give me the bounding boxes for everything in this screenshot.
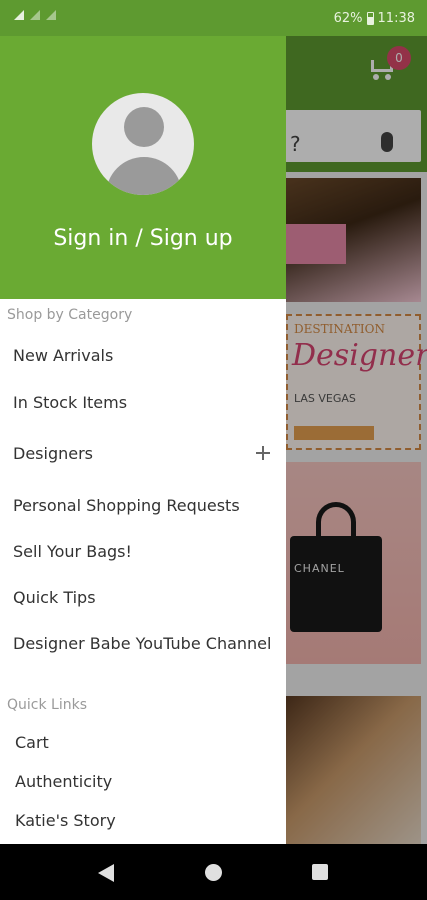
drawer-header: Sign in / Sign up xyxy=(0,36,286,299)
battery-percent: 62% xyxy=(333,11,363,26)
menu-item-personal-shopping-requests[interactable]: Personal Shopping Requests xyxy=(13,495,275,517)
signal-icon-2 xyxy=(46,10,56,20)
section-title-shop-by-category: Shop by Category xyxy=(7,307,133,323)
expand-plus-icon[interactable] xyxy=(256,446,270,460)
menu-item-new-arrivals[interactable]: New Arrivals xyxy=(13,345,275,367)
signal-icons xyxy=(14,10,56,20)
quick-link-authenticity[interactable]: Authenticity xyxy=(15,771,277,793)
clock: 11:38 xyxy=(377,11,415,26)
status-right: 62% 11:38 xyxy=(334,11,415,26)
menu-item-in-stock-items[interactable]: In Stock Items xyxy=(13,392,275,414)
sign-in-link[interactable]: Sign in / Sign up xyxy=(0,226,286,251)
avatar[interactable] xyxy=(92,93,194,195)
home-icon[interactable] xyxy=(205,864,222,881)
navigation-drawer: Sign in / Sign up Shop by Category New A… xyxy=(0,36,286,844)
status-bar: 62% 11:38 xyxy=(0,0,427,36)
user-icon xyxy=(124,107,164,147)
menu-item-youtube-channel[interactable]: Designer Babe YouTube Channel xyxy=(13,633,275,655)
section-title-quick-links: Quick Links xyxy=(7,697,88,713)
quick-link-cart[interactable]: Cart xyxy=(15,732,277,754)
quick-link-katies-story[interactable]: Katie's Story xyxy=(15,810,277,832)
menu-item-quick-tips[interactable]: Quick Tips xyxy=(13,587,275,609)
system-nav-bar xyxy=(0,844,427,900)
signal-icon xyxy=(30,10,40,20)
menu-item-designers[interactable]: Designers xyxy=(13,443,275,465)
back-icon[interactable] xyxy=(98,864,114,882)
recents-icon[interactable] xyxy=(312,864,328,880)
wifi-icon xyxy=(14,10,24,20)
menu-item-sell-your-bags[interactable]: Sell Your Bags! xyxy=(13,541,275,563)
battery-icon xyxy=(366,12,374,25)
